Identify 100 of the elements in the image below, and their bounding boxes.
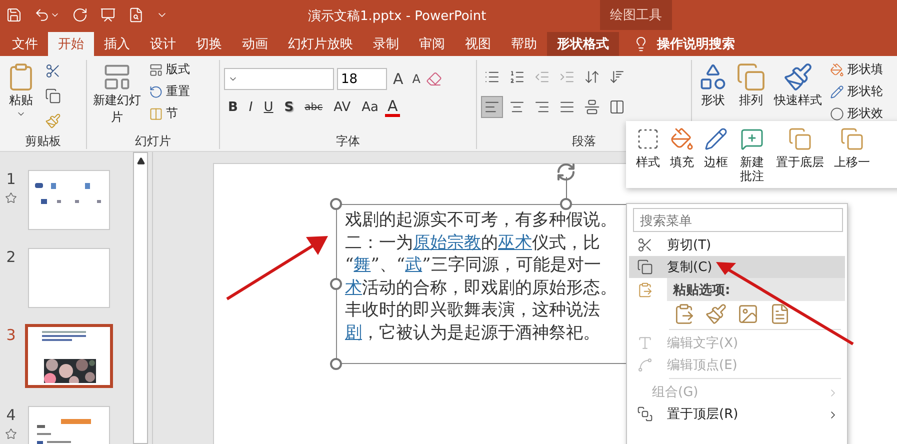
shape-effects-button[interactable]: 形状效: [828, 104, 885, 123]
ribbon-tab[interactable]: 视图: [455, 32, 501, 56]
ribbon-tab[interactable]: 幻灯片放映: [278, 32, 363, 56]
reset-button[interactable]: 重置: [147, 82, 192, 101]
layout-icon[interactable]: [149, 62, 163, 76]
align-button[interactable]: [481, 96, 503, 118]
paste-option-icon[interactable]: [673, 303, 695, 325]
paste-option-icon[interactable]: [769, 303, 791, 325]
line-spacing-icon[interactable]: [584, 69, 600, 85]
font-style-button[interactable]: I: [244, 99, 257, 116]
shapes-icon[interactable]: [698, 62, 728, 92]
align-icon: [509, 99, 525, 115]
mini-toolbar-button[interactable]: 样式: [636, 127, 660, 169]
fill-icon[interactable]: [830, 62, 844, 76]
clear-format-icon[interactable]: [426, 71, 442, 87]
paste-option-icon[interactable]: [705, 303, 727, 325]
shape-fill-button[interactable]: 形状填: [828, 60, 885, 79]
grow-font-button[interactable]: A: [390, 70, 406, 88]
font-style-button[interactable]: B: [224, 99, 242, 116]
shape-outline-button[interactable]: 形状轮: [828, 82, 885, 101]
ribbon-tab[interactable]: 开始: [48, 32, 94, 56]
paste-button[interactable]: 粘贴: [4, 60, 38, 121]
paste-option-icon[interactable]: [737, 303, 759, 325]
group-label: 字体: [336, 133, 360, 149]
scrollbar[interactable]: [133, 152, 148, 444]
link[interactable]: 武: [405, 255, 422, 275]
ribbon-tab[interactable]: 帮助: [501, 32, 547, 56]
style-icon[interactable]: [636, 127, 660, 151]
menu-search-field[interactable]: 搜索菜单: [633, 208, 843, 232]
arrange-button[interactable]: 排列: [734, 60, 768, 111]
rotate-handle[interactable]: [556, 162, 576, 182]
send-back-icon[interactable]: [788, 127, 812, 151]
numbering-icon[interactable]: [509, 69, 525, 85]
menu-item[interactable]: 置于顶层(R): [629, 403, 845, 425]
new-slide-icon[interactable]: [102, 62, 132, 92]
link[interactable]: 舞: [354, 255, 371, 275]
menu-item-icon: [637, 357, 653, 373]
ribbon-tab[interactable]: 设计: [140, 32, 186, 56]
window-title: 演示文稿1.pptx - PowerPoint: [308, 8, 486, 25]
menu-item-icon: [637, 335, 653, 351]
font-style-button[interactable]: Aa: [358, 99, 382, 116]
pen-icon[interactable]: [830, 84, 844, 98]
redo-icon[interactable]: [72, 7, 88, 23]
resize-handle[interactable]: [560, 198, 572, 210]
mini-toolbar-button[interactable]: 置于底层: [776, 127, 824, 169]
font-style-button[interactable]: abc: [300, 101, 327, 114]
reset-icon[interactable]: [149, 84, 163, 98]
menu-item[interactable]: 复制(C): [629, 256, 845, 278]
shapes-button[interactable]: 形状: [696, 60, 730, 111]
slideshow-icon[interactable]: [100, 7, 116, 23]
ribbon-tab[interactable]: 动画: [232, 32, 278, 56]
font-style-button[interactable]: AV: [330, 99, 355, 116]
resize-handle[interactable]: [330, 358, 342, 370]
link[interactable]: 术: [345, 278, 362, 298]
menu-header: 粘贴选项:: [667, 278, 845, 301]
font-size-field[interactable]: 18: [337, 68, 387, 90]
resize-handle[interactable]: [330, 198, 342, 210]
ribbon-tab[interactable]: 切换: [186, 32, 232, 56]
mini-toolbar-button[interactable]: 填充: [670, 127, 694, 169]
comment-icon[interactable]: [740, 127, 764, 151]
slide-number: 2: [6, 248, 16, 266]
tell-me-search[interactable]: 操作说明搜索: [657, 35, 735, 53]
quick-styles-icon[interactable]: [783, 62, 813, 92]
ribbon-tab[interactable]: 录制: [363, 32, 409, 56]
scroll-up-icon[interactable]: [136, 157, 144, 165]
fill-icon[interactable]: [670, 127, 694, 151]
shrink-font-button[interactable]: A: [409, 72, 424, 86]
undo-icon[interactable]: [34, 7, 50, 23]
mini-toolbar-button[interactable]: 新建批注: [738, 127, 766, 183]
slide-thumbnail[interactable]: [28, 248, 110, 308]
ribbon-tab[interactable]: 插入: [94, 32, 140, 56]
font-name-field[interactable]: [224, 68, 334, 90]
pen-icon[interactable]: [704, 127, 728, 151]
font-style-button[interactable]: S: [280, 99, 298, 116]
link[interactable]: 原始宗教: [413, 232, 481, 252]
save-icon[interactable]: [6, 7, 22, 23]
link[interactable]: 巫术: [498, 232, 532, 252]
mini-toolbar-button[interactable]: 边框: [704, 127, 728, 169]
font-style-button[interactable]: U: [260, 99, 278, 116]
ribbon-tab[interactable]: 审阅: [409, 32, 455, 56]
group-label: 段落: [572, 133, 596, 149]
quick-styles-button[interactable]: 快速样式: [772, 60, 824, 111]
slide-thumbnail[interactable]: [28, 170, 110, 230]
copy-icon[interactable]: [45, 88, 61, 104]
link[interactable]: 剧: [345, 322, 362, 342]
resize-handle[interactable]: [330, 278, 342, 290]
mini-toolbar-button[interactable]: 上移一: [834, 127, 870, 169]
ribbon-tab[interactable]: 形状格式: [547, 32, 619, 56]
ribbon-tab[interactable]: 文件: [2, 32, 48, 56]
font-color-button[interactable]: A: [385, 98, 400, 117]
effects-icon[interactable]: [830, 106, 844, 120]
text-direction-icon[interactable]: [609, 69, 625, 85]
columns-icon[interactable]: [609, 99, 625, 115]
new-slide-button[interactable]: 新建幻灯片: [91, 60, 143, 128]
scissors-icon[interactable]: [45, 63, 61, 79]
layout-button[interactable]: 版式: [147, 60, 192, 79]
slide-thumbnail[interactable]: [25, 324, 113, 388]
preview-icon[interactable]: [128, 7, 144, 23]
bring-forward-icon[interactable]: [840, 127, 864, 151]
section-button[interactable]: 节: [147, 104, 192, 123]
